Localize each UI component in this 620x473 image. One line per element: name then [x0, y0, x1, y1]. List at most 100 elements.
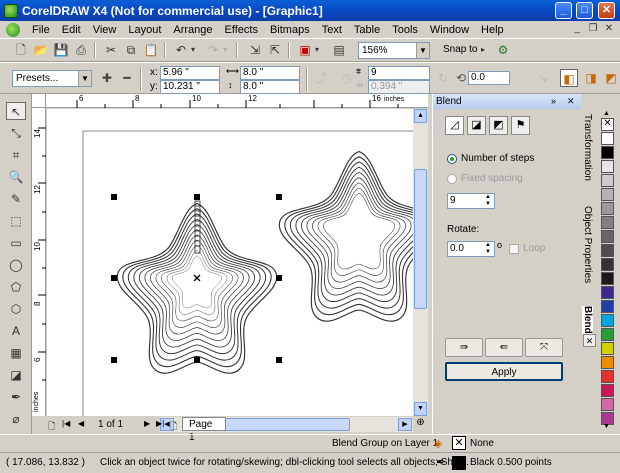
new-icon[interactable]: 🗋 — [12, 41, 30, 59]
fixed-spacing-radio[interactable] — [447, 174, 457, 184]
next-page-icon[interactable]: ▶ — [144, 419, 150, 428]
menu-file[interactable]: File — [26, 24, 56, 36]
zoom-levels-combo[interactable]: 156% ▼ — [358, 42, 430, 59]
pick-tool-icon[interactable]: ↖ — [6, 102, 26, 120]
x-position-field[interactable]: 5.96 " — [160, 66, 220, 80]
add-page-after-icon[interactable]: 🗋 — [170, 419, 177, 435]
table-tool-icon[interactable]: ▦ — [6, 344, 26, 362]
palette-scroll-down-icon[interactable]: ▼ — [603, 423, 610, 430]
color-swatch[interactable] — [601, 384, 614, 397]
crop-tool-icon[interactable]: ⌗ — [6, 146, 26, 164]
save-icon[interactable]: 💾 — [52, 41, 70, 59]
apply-to-end-icon[interactable]: ⇚ — [485, 338, 523, 357]
first-page-icon[interactable]: |◀ — [62, 419, 70, 428]
doc-close-icon[interactable]: ✕ — [602, 23, 616, 36]
color-swatch[interactable] — [601, 272, 614, 285]
welcome-screen-icon[interactable]: ▤ — [330, 41, 348, 59]
ellipse-tool-icon[interactable]: ◯ — [6, 256, 26, 274]
scroll-down-icon[interactable]: ▼ — [414, 402, 427, 416]
export-icon[interactable]: ⇱ — [266, 41, 284, 59]
blend-color-tab-icon[interactable]: ◩ — [489, 116, 508, 135]
menu-tools[interactable]: Tools — [386, 24, 424, 36]
number-of-steps-radio[interactable] — [447, 154, 457, 164]
color-swatch[interactable] — [601, 230, 614, 243]
color-swatch[interactable] — [601, 300, 614, 313]
snap-to-label[interactable]: Snap to — [443, 44, 477, 55]
blend-rotation-field[interactable]: 0.0 — [468, 71, 510, 85]
y-position-field[interactable]: 10.231 " — [160, 80, 220, 94]
text-tool-icon[interactable]: A — [6, 322, 26, 340]
import-icon[interactable]: ⇲ — [246, 41, 264, 59]
add-page-icon[interactable]: 🗋 — [48, 419, 55, 435]
freehand-tool-icon[interactable]: ✎ — [6, 190, 26, 208]
blend-spacing-field[interactable]: 0.394 " — [368, 80, 430, 94]
apply-button[interactable]: Apply — [445, 362, 563, 381]
menu-bitmaps[interactable]: Bitmaps — [264, 24, 316, 36]
palette-scroll-up-icon[interactable]: ▲ — [603, 110, 610, 117]
close-button[interactable]: ✕ — [598, 2, 615, 19]
width-field[interactable]: 8.0 " — [240, 66, 300, 80]
blend-acceleration-tab-icon[interactable]: ◪ — [467, 116, 486, 135]
color-swatch[interactable] — [601, 342, 614, 355]
color-swatch[interactable] — [601, 370, 614, 383]
outline-color-swatch[interactable] — [452, 456, 466, 470]
horizontal-scroll-thumb[interactable] — [220, 418, 350, 431]
redo-dropdown-icon[interactable]: ▾ — [220, 41, 230, 59]
minimize-button[interactable]: _ — [555, 2, 572, 19]
color-swatch[interactable] — [601, 314, 614, 327]
menu-table[interactable]: Table — [348, 24, 386, 36]
last-page-icon[interactable]: ▶| — [156, 419, 164, 428]
color-swatch[interactable] — [601, 244, 614, 257]
cut-icon[interactable]: ✂ — [102, 41, 120, 59]
launcher-dropdown-icon[interactable]: ▾ — [312, 41, 322, 59]
color-swatch[interactable] — [601, 188, 614, 201]
docker-tab-close-icon[interactable]: ✕ — [583, 334, 596, 347]
menu-edit[interactable]: Edit — [56, 24, 87, 36]
menu-window[interactable]: Window — [424, 24, 475, 36]
color-swatch[interactable] — [601, 216, 614, 229]
previous-page-icon[interactable]: ◀ — [78, 419, 84, 428]
undo-dropdown-icon[interactable]: ▾ — [188, 41, 198, 59]
blend-steps-field[interactable]: 9 — [368, 66, 430, 80]
color-swatch[interactable] — [601, 202, 614, 215]
menu-arrange[interactable]: Arrange — [167, 24, 218, 36]
direct-blend-icon[interactable]: ◧ — [560, 69, 578, 87]
scroll-right-icon[interactable]: ▶ — [398, 418, 412, 431]
copy-icon[interactable]: ⧉ — [122, 41, 140, 59]
color-swatch[interactable] — [601, 328, 614, 341]
presets-combo[interactable]: Presets... ▼ — [12, 70, 92, 87]
blend-direction-icon[interactable]: ◷ — [338, 69, 356, 87]
docker-expand-icon[interactable]: » — [551, 94, 556, 109]
menu-text[interactable]: Text — [316, 24, 348, 36]
no-color-swatch[interactable]: ✕ — [601, 118, 614, 131]
menu-effects[interactable]: Effects — [219, 24, 264, 36]
blend-path-options-icon[interactable]: ⤧ — [525, 338, 563, 357]
color-swatch[interactable] — [601, 398, 614, 411]
color-swatch[interactable] — [601, 146, 614, 159]
page-tab[interactable]: Page 1 — [182, 417, 226, 443]
chevron-down-icon[interactable]: ▼ — [416, 43, 429, 58]
menu-layout[interactable]: Layout — [122, 24, 167, 36]
menu-help[interactable]: Help — [475, 24, 510, 36]
vertical-ruler[interactable]: 14 12 10 8 6 inches — [32, 108, 46, 416]
doc-minimize-icon[interactable]: _ — [570, 23, 584, 36]
shape-tool-icon[interactable]: ⤡ — [6, 124, 26, 142]
color-swatch[interactable] — [601, 174, 614, 187]
tab-transformation[interactable]: Transformation — [582, 114, 593, 181]
menu-view[interactable]: View — [87, 24, 123, 36]
remove-preset-icon[interactable]: ━ — [118, 69, 136, 87]
clockwise-blend-icon[interactable]: ◨ — [582, 69, 600, 87]
tab-blend[interactable]: Blend — [582, 306, 593, 334]
maximize-button[interactable]: □ — [576, 2, 593, 19]
rectangle-tool-icon[interactable]: ▭ — [6, 234, 26, 252]
ruler-origin-icon[interactable] — [32, 94, 46, 108]
paste-icon[interactable]: 📋 — [142, 41, 160, 59]
navigator-icon[interactable]: ⊕ — [413, 417, 428, 432]
snap-to-dropdown-icon[interactable]: ▸ — [478, 41, 488, 59]
options-icon[interactable]: ⚙ — [494, 41, 512, 59]
height-field[interactable]: 8.0 " — [240, 80, 300, 94]
document-icon[interactable] — [6, 22, 20, 37]
eyedropper-tool-icon[interactable]: ✒ — [6, 388, 26, 406]
open-icon[interactable]: 📂 — [32, 41, 50, 59]
color-swatch[interactable] — [601, 286, 614, 299]
